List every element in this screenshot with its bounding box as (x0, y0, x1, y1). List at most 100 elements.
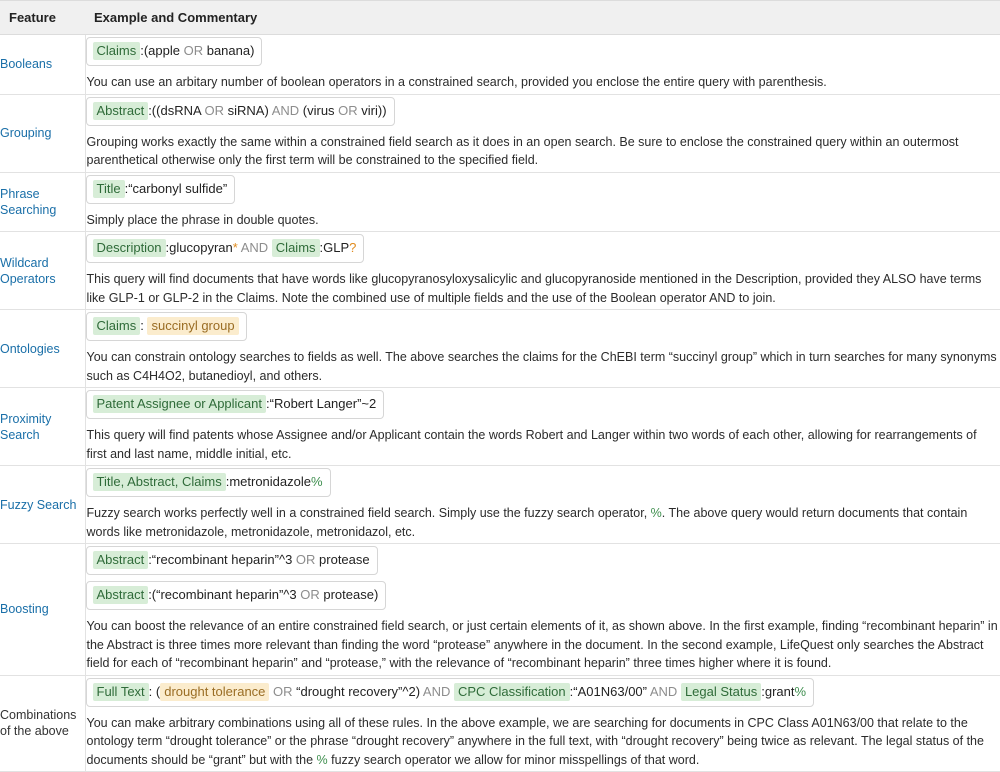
query-field-chip: Abstract (93, 586, 149, 604)
query-text: : ( (149, 684, 161, 699)
query-ontology-chip: succinyl group (147, 317, 238, 335)
feature-label[interactable]: Booleans (0, 35, 85, 95)
query-text: :glucopyran (166, 240, 233, 255)
commentary-text: Grouping works exactly the same within a… (87, 133, 1000, 170)
table-body: BooleansClaims:(apple OR banana)You can … (0, 35, 1000, 772)
query-example-box[interactable]: Title, Abstract, Claims:metronidazole% (86, 468, 331, 497)
query-example-box[interactable]: Full Text: (drought tolerance OR “drough… (86, 678, 815, 707)
query-operator: OR (184, 43, 204, 58)
table-row: OntologiesClaims: succinyl group You can … (0, 310, 1000, 388)
feature-label[interactable]: Fuzzy Search (0, 466, 85, 544)
query-text: :metronidazole (226, 474, 311, 489)
feature-label[interactable]: Grouping (0, 94, 85, 172)
query-field-chip: Abstract (93, 102, 149, 120)
query-operator: OR (273, 684, 293, 699)
query-field-chip: Title (93, 180, 125, 198)
example-and-commentary-cell: Claims:(apple OR banana) You can use an a… (85, 35, 1000, 95)
commentary-text: This query will find documents that have… (87, 270, 1000, 307)
feature-label: Combinations of the above (0, 675, 85, 772)
example-and-commentary-cell: Title, Abstract, Claims:metronidazole% Fu… (85, 466, 1000, 544)
query-field-chip: Patent Assignee or Applicant (93, 395, 267, 413)
query-examples: Title, Abstract, Claims:metronidazole% (86, 466, 1000, 501)
query-example-box[interactable]: Abstract:“recombinant heparin”^3 OR prot… (86, 546, 378, 575)
query-text: :(“recombinant heparin”^3 (148, 587, 300, 602)
commentary-text: You can make arbitrary combinations usin… (87, 714, 1000, 770)
query-fuzzy-operator: % (311, 474, 323, 489)
table-row: BooleansClaims:(apple OR banana)You can … (0, 35, 1000, 95)
feature-label[interactable]: Phrase Searching (0, 172, 85, 232)
query-example-box[interactable]: Claims: succinyl group (86, 312, 247, 341)
query-operator: AND (423, 684, 450, 699)
example-and-commentary-cell: Claims: succinyl group You can constrain … (85, 310, 1000, 388)
commentary-text: Simply place the phrase in double quotes… (87, 211, 1000, 230)
example-and-commentary-cell: Description:glucopyran* AND Claims:GLP? T… (85, 232, 1000, 310)
feature-label[interactable]: Proximity Search (0, 388, 85, 466)
query-wildcard: ? (349, 240, 356, 255)
example-and-commentary-cell: Full Text: (drought tolerance OR “drough… (85, 675, 1000, 772)
table-row: Proximity SearchPatent Assignee or Appli… (0, 388, 1000, 466)
fuzzy-operator-symbol: % (317, 753, 328, 767)
query-text: “drought recovery”^2) (293, 684, 423, 699)
query-example-box[interactable]: Abstract:(“recombinant heparin”^3 OR pro… (86, 581, 387, 610)
feature-label[interactable]: Wildcard Operators (0, 232, 85, 310)
table-row: BoostingAbstract:“recombinant heparin”^3… (0, 544, 1000, 676)
query-field-chip: CPC Classification (454, 683, 570, 701)
commentary-text: This query will find patents whose Assig… (87, 426, 1000, 463)
table-row: Combinations of the aboveFull Text: (dro… (0, 675, 1000, 772)
query-examples: Patent Assignee or Applicant:“Robert Lan… (86, 388, 1000, 423)
commentary-text: You can use an arbitary number of boolea… (87, 73, 1000, 92)
query-field-chip: Claims (272, 239, 320, 257)
example-and-commentary-cell: Patent Assignee or Applicant:“Robert Lan… (85, 388, 1000, 466)
query-example-box[interactable]: Abstract:((dsRNA OR siRNA) AND (virus OR… (86, 97, 395, 126)
query-text: :“Robert Langer”~2 (266, 396, 376, 411)
query-text: :“carbonyl sulfide” (125, 181, 228, 196)
query-field-chip: Claims (93, 317, 141, 335)
table-row: Phrase SearchingTitle:“carbonyl sulfide”… (0, 172, 1000, 232)
feature-label[interactable]: Ontologies (0, 310, 85, 388)
query-operator: AND (272, 103, 299, 118)
query-text: :“recombinant heparin”^3 (148, 552, 296, 567)
query-examples: Abstract:((dsRNA OR siRNA) AND (virus OR… (86, 95, 1000, 130)
query-operator: OR (205, 103, 225, 118)
search-syntax-table: Feature Example and Commentary BooleansC… (0, 0, 1000, 772)
example-and-commentary-cell: Abstract:“recombinant heparin”^3 OR prot… (85, 544, 1000, 676)
query-field-chip: Abstract (93, 551, 149, 569)
query-field-chip: Description (93, 239, 166, 257)
column-header-example: Example and Commentary (85, 1, 1000, 35)
column-header-feature: Feature (0, 1, 85, 35)
commentary-text: Fuzzy search works perfectly well in a c… (87, 504, 1000, 541)
query-example-box[interactable]: Patent Assignee or Applicant:“Robert Lan… (86, 390, 385, 419)
query-operator: OR (296, 552, 316, 567)
query-operator: OR (300, 587, 320, 602)
query-example-box[interactable]: Title:“carbonyl sulfide” (86, 175, 236, 204)
query-examples: Title:“carbonyl sulfide” (86, 173, 1000, 208)
query-ontology-chip: drought tolerance (160, 683, 269, 701)
example-and-commentary-cell: Abstract:((dsRNA OR siRNA) AND (virus OR… (85, 94, 1000, 172)
query-field-chip: Claims (93, 42, 141, 60)
query-text: :grant (761, 684, 794, 699)
query-text: :(apple (140, 43, 183, 58)
query-text: viri)) (358, 103, 387, 118)
table-header: Feature Example and Commentary (0, 1, 1000, 35)
query-text: (virus (299, 103, 338, 118)
query-operator: AND (241, 240, 268, 255)
query-text: banana) (203, 43, 254, 58)
query-text: siRNA) (224, 103, 272, 118)
query-operator: OR (338, 103, 358, 118)
table-row: Fuzzy SearchTitle, Abstract, Claims:metr… (0, 466, 1000, 544)
feature-label[interactable]: Boosting (0, 544, 85, 676)
table-header-row: Feature Example and Commentary (0, 1, 1000, 35)
query-examples: Abstract:“recombinant heparin”^3 OR prot… (86, 544, 1000, 614)
query-text: :GLP (320, 240, 350, 255)
commentary-text: You can boost the relevance of an entire… (87, 617, 1000, 673)
query-text: protease) (320, 587, 379, 602)
commentary-text: You can constrain ontology searches to f… (87, 348, 1000, 385)
table-row: GroupingAbstract:((dsRNA OR siRNA) AND (… (0, 94, 1000, 172)
query-text: :“A01N63/00” (570, 684, 650, 699)
query-text: protease (315, 552, 369, 567)
query-example-box[interactable]: Description:glucopyran* AND Claims:GLP? (86, 234, 365, 263)
table-row: Wildcard OperatorsDescription:glucopyran… (0, 232, 1000, 310)
commentary-fragment: Fuzzy search works perfectly well in a c… (87, 506, 651, 520)
query-field-chip: Title, Abstract, Claims (93, 473, 226, 491)
query-example-box[interactable]: Claims:(apple OR banana) (86, 37, 263, 66)
